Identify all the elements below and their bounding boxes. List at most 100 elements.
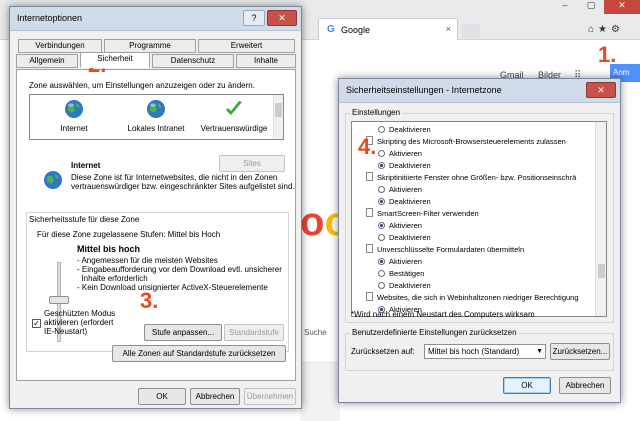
settings-list[interactable]: Deaktivieren Skripting des Microsoft-Brow… (351, 121, 607, 317)
step-marker-1: 1. (598, 42, 617, 67)
tab-sicherheit[interactable]: Sicherheit (80, 52, 150, 68)
dialog-title: Sicherheitseinstellungen - Internetzone (346, 85, 502, 95)
chevron-down-icon: ▼ (536, 348, 543, 355)
setting-label: Skriptinitiierte Fenster ohne Größen- bz… (377, 173, 577, 182)
tab-close-icon[interactable]: × (446, 24, 451, 34)
security-settings-titlebar[interactable]: Sicherheitseinstellungen - Internetzone … (339, 79, 620, 103)
cancel-button[interactable]: Abbrechen (190, 388, 240, 405)
setting-radio-option[interactable]: Deaktivieren (378, 124, 606, 135)
setting-radio-option[interactable]: Aktivieren (378, 184, 606, 195)
protected-mode-label: aktivieren (erfordert (44, 318, 114, 327)
scrollbar-thumb[interactable] (275, 103, 282, 117)
level-bullet: - Eingabeaufforderung vor dem Download e… (77, 265, 282, 274)
default-level-button[interactable]: Standardstufe (224, 324, 284, 341)
setting-radio-option[interactable]: Deaktivieren (378, 160, 606, 171)
setting-page-icon (366, 292, 373, 301)
reset-button[interactable]: Zurücksetzen... (550, 343, 610, 360)
setting-heading: Unverschlüsselte Formulardaten übermitte… (366, 244, 606, 255)
setting-label: Deaktivieren (389, 125, 431, 134)
level-bullet: - Angemessen für die meisten Websites (77, 256, 218, 265)
radio-unselected-icon[interactable] (378, 150, 385, 157)
setting-label: Skripting des Microsoft-Browsersteuerele… (377, 137, 566, 146)
protected-mode-label: Geschützten Modus (44, 309, 116, 318)
radio-selected-icon[interactable] (378, 258, 385, 265)
setting-radio-option[interactable]: Aktivieren (378, 220, 606, 231)
tab-programme[interactable]: Programme (104, 39, 196, 53)
setting-label: Deaktivieren (389, 233, 431, 242)
custom-level-button[interactable]: Stufe anpassen... (144, 324, 222, 341)
radio-unselected-icon[interactable] (378, 234, 385, 241)
zone-trusted-sites[interactable]: Vertrauenswürdige (194, 99, 274, 133)
close-button[interactable]: ✕ (267, 10, 297, 26)
zone-internet[interactable]: Internet (34, 99, 114, 133)
zone-label: Lokales Intranet (127, 124, 185, 133)
close-button[interactable]: ✕ (586, 82, 616, 98)
radio-unselected-icon[interactable] (378, 282, 385, 289)
setting-heading: Websites, die sich in Webinhaltzonen nie… (366, 292, 606, 303)
radio-selected-icon[interactable] (378, 198, 385, 205)
setting-label: Aktivieren (389, 257, 422, 266)
radio-selected-icon[interactable] (378, 222, 385, 229)
zone-list-scrollbar[interactable] (273, 95, 283, 139)
tab-erweitert[interactable]: Erweitert (198, 39, 295, 53)
setting-radio-option[interactable]: Aktivieren (378, 256, 606, 267)
setting-radio-option[interactable]: Aktivieren (378, 148, 606, 159)
google-search-button[interactable]: Suche (304, 328, 327, 337)
setting-label: SmartScreen-Filter verwenden (377, 209, 479, 218)
google-favicon-icon: G (327, 24, 335, 35)
browser-tab-google[interactable]: G Google × (318, 18, 458, 40)
apply-button[interactable]: Übernehmen (244, 388, 296, 405)
setting-radio-option[interactable]: Deaktivieren (378, 232, 606, 243)
cancel-button[interactable]: Abbrechen (559, 377, 611, 394)
settings-group-label: Einstellungen (350, 108, 403, 117)
zone-list[interactable]: Internet Lokales Intranet Vertrauenswürd… (29, 94, 284, 140)
setting-heading: SmartScreen-Filter verwenden (366, 208, 606, 219)
sites-button[interactable]: Sites (219, 155, 285, 172)
setting-label: Deaktivieren (389, 281, 431, 290)
browser-close-button[interactable]: ✕ (604, 0, 640, 14)
reset-to-select[interactable]: Mittel bis hoch (Standard) ▼ (424, 344, 546, 359)
security-level-slider-thumb[interactable] (49, 296, 69, 304)
setting-label: Aktivieren (389, 185, 422, 194)
scrollbar-thumb[interactable] (598, 264, 605, 278)
tab-verbindungen[interactable]: Verbindungen (18, 39, 102, 53)
home-favorites-tools-icons[interactable]: ⌂★⚙ (588, 24, 624, 35)
tab-datenschutz[interactable]: Datenschutz (152, 54, 234, 68)
tab-inhalte[interactable]: Inhalte (236, 54, 296, 68)
setting-radio-option[interactable]: Deaktivieren (378, 280, 606, 291)
zone-label: Vertrauenswürdige (200, 124, 268, 133)
security-settings-dialog: Sicherheitseinstellungen - Internetzone … (338, 78, 621, 403)
zone-local-intranet[interactable]: Lokales Intranet (116, 99, 196, 133)
setting-radio-option[interactable]: Bestätigen (378, 268, 606, 279)
logo-letter: o (300, 200, 325, 244)
radio-selected-icon[interactable] (378, 162, 385, 169)
setting-label: Aktivieren (389, 149, 422, 158)
internet-options-titlebar[interactable]: Internetoptionen ? ✕ (10, 7, 301, 31)
tab-allgemein[interactable]: Allgemein (16, 54, 78, 68)
allowed-levels-text: Für diese Zone zugelassene Stufen: Mitte… (37, 230, 221, 239)
level-bullet: Inhalte erforderlich (77, 274, 148, 283)
setting-heading: Skriptinitiierte Fenster ohne Größen- bz… (366, 172, 606, 183)
minimize-button[interactable]: ‒ (552, 0, 578, 14)
dialog-title: Internetoptionen (17, 13, 83, 23)
ok-button[interactable]: OK (503, 377, 551, 394)
ok-button[interactable]: OK (138, 388, 186, 405)
protected-mode-checkbox[interactable]: ✓ (32, 319, 41, 328)
help-button[interactable]: ? (243, 10, 265, 26)
reset-group-label: Benutzerdefinierte Einstellungen zurücks… (350, 328, 519, 337)
setting-label: Websites, die sich in Webinhaltzonen nie… (377, 293, 579, 302)
maximize-button[interactable]: ▢ (578, 0, 604, 14)
setting-label: Deaktivieren (389, 161, 431, 170)
reset-all-zones-button[interactable]: Alle Zonen auf Standardstufe zurücksetze… (112, 345, 286, 362)
setting-label: Bestätigen (389, 269, 425, 278)
radio-unselected-icon[interactable] (378, 126, 385, 133)
radio-unselected-icon[interactable] (378, 270, 385, 277)
radio-unselected-icon[interactable] (378, 186, 385, 193)
zone-title: Internet (71, 161, 101, 170)
globe-icon (65, 100, 83, 118)
setting-radio-option[interactable]: Deaktivieren (378, 196, 606, 207)
zone-description: Diese Zone ist für Internetwebsites, die… (71, 173, 278, 182)
browser-tab-title: Google (341, 25, 371, 35)
new-tab-button[interactable] (462, 24, 480, 38)
settings-list-scrollbar[interactable] (595, 122, 606, 316)
